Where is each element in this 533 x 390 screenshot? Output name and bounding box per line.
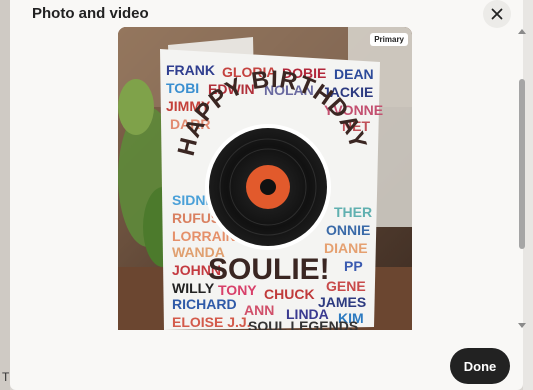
birthday-card-image: FRANK GLORIA DOBIE DEAN TOBI EDWIN NOLAN…	[118, 27, 412, 330]
svg-text:DEAN: DEAN	[334, 66, 374, 82]
svg-text:DIANE: DIANE	[324, 240, 368, 256]
svg-text:CHUCK: CHUCK	[264, 286, 315, 302]
vertical-scrollbar[interactable]	[517, 27, 527, 330]
svg-text:ELOISE J.J.: ELOISE J.J.	[172, 314, 251, 330]
scrollbar-thumb[interactable]	[519, 79, 525, 249]
svg-text:RICHARD: RICHARD	[172, 296, 237, 312]
svg-text:PP: PP	[344, 258, 363, 274]
birthday-card-photo[interactable]: FRANK GLORIA DOBIE DEAN TOBI EDWIN NOLAN…	[118, 27, 412, 330]
close-button[interactable]	[483, 0, 511, 28]
done-button[interactable]: Done	[450, 348, 510, 384]
close-icon	[491, 8, 503, 20]
svg-text:SOUL LEGENDS: SOUL LEGENDS	[248, 318, 358, 330]
svg-text:TOBI: TOBI	[166, 80, 199, 96]
photo-video-modal: Photo and video FRANK GLORIA DOBIE DEAN …	[10, 0, 526, 390]
svg-text:FRANK: FRANK	[166, 62, 215, 78]
svg-text:GENE: GENE	[326, 278, 366, 294]
svg-text:ONNIE: ONNIE	[326, 222, 370, 238]
svg-text:THER: THER	[334, 204, 372, 220]
scroll-down-arrow-icon[interactable]	[518, 323, 526, 328]
background-text-fragment: T	[2, 370, 10, 384]
photo-scroll-area[interactable]: FRANK GLORIA DOBIE DEAN TOBI EDWIN NOLAN…	[10, 27, 523, 330]
modal-title: Photo and video	[32, 5, 149, 22]
primary-badge: Primary	[370, 33, 408, 46]
card-name: SOULIE!	[208, 253, 330, 286]
page-backdrop-left	[0, 0, 10, 390]
scroll-up-arrow-icon[interactable]	[518, 29, 526, 34]
